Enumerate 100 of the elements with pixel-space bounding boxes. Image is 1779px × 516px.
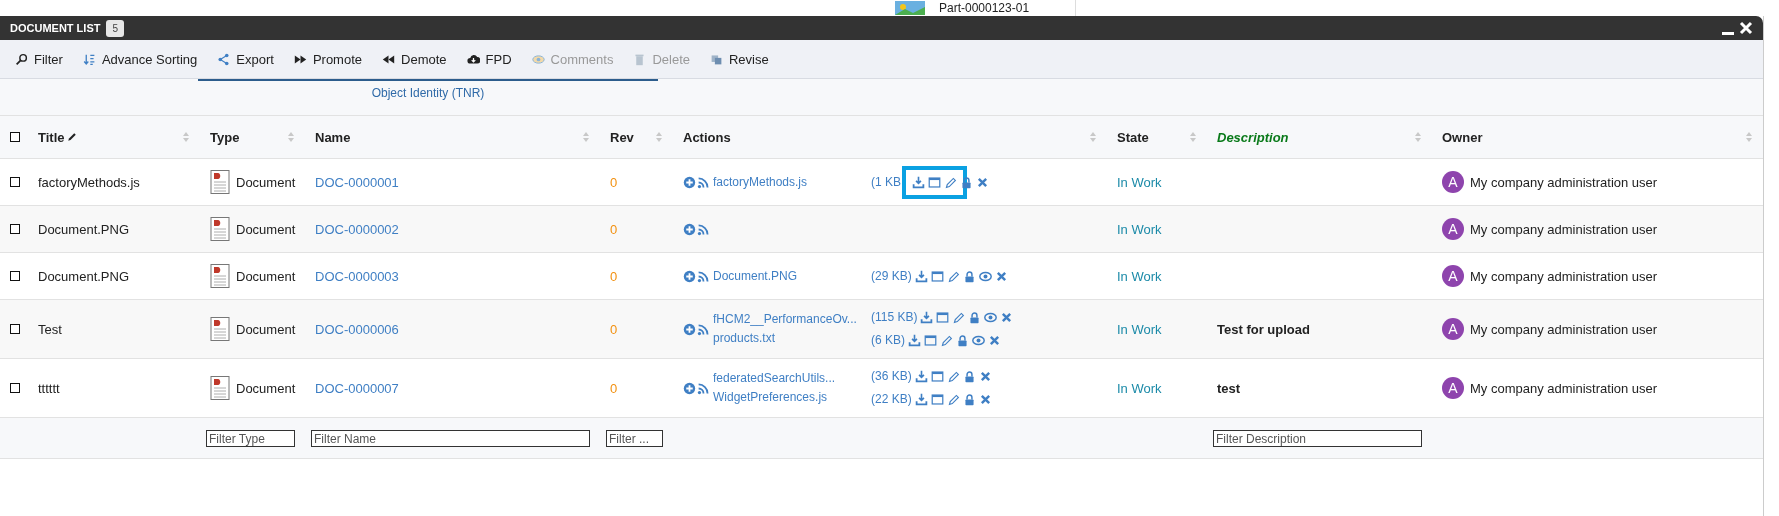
rss-icon[interactable] [697, 222, 710, 236]
toolbar-button[interactable]: Filter [6, 47, 72, 71]
filter-field[interactable]: Filter Description [1213, 430, 1422, 448]
title-cell: tttttt [38, 380, 60, 396]
row-checkbox[interactable] [10, 271, 20, 281]
row-checkbox[interactable] [10, 224, 20, 234]
eye-icon[interactable] [978, 269, 992, 283]
lock-icon[interactable] [962, 269, 976, 283]
rss-icon[interactable] [697, 381, 710, 395]
column-header[interactable]: Rev [610, 129, 634, 145]
pencil-icon[interactable] [944, 175, 957, 189]
document-name-link[interactable]: DOC-0000002 [315, 221, 399, 237]
rss-icon[interactable] [697, 322, 710, 336]
delete-icon[interactable] [988, 334, 1001, 347]
file-size: (1 KB [871, 173, 901, 191]
pencil-icon[interactable] [940, 334, 953, 347]
window-icon[interactable] [930, 370, 944, 383]
add-icon[interactable] [683, 222, 696, 236]
add-icon[interactable] [683, 322, 696, 336]
file-link[interactable]: factoryMethods.js [713, 172, 871, 192]
download-icon[interactable] [914, 370, 928, 383]
toolbar-button[interactable]: FPD [457, 47, 521, 71]
column-group-header: Object Identity (TNR) [198, 79, 658, 108]
delete-icon[interactable] [978, 370, 992, 383]
row-checkbox[interactable] [10, 383, 20, 393]
delete-icon[interactable] [976, 175, 989, 189]
toolbar-button[interactable]: Revise [701, 47, 778, 71]
column-header[interactable]: Owner [1442, 129, 1483, 145]
rss-icon[interactable] [697, 175, 710, 189]
lock-icon[interactable] [960, 175, 973, 189]
toolbar-button[interactable]: Demote [373, 47, 456, 71]
column-header[interactable]: Title [38, 129, 65, 145]
download-icon[interactable] [914, 393, 928, 406]
revision-cell: 0 [610, 321, 618, 337]
filter-field[interactable]: Filter Type [206, 430, 295, 448]
share-icon [217, 52, 231, 66]
description-cell: test [1217, 380, 1241, 396]
window-title: DOCUMENT LIST [10, 22, 101, 34]
column-header[interactable]: Name [315, 129, 351, 145]
filter-field[interactable]: Filter ... [606, 430, 663, 448]
revision-cell: 0 [610, 268, 618, 284]
file-link[interactable]: federatedSearchUtils... [713, 369, 871, 388]
toolbar-button[interactable]: Export [208, 47, 283, 71]
owner-cell: My company administration user [1470, 174, 1658, 190]
toolbar-button[interactable]: Advance Sorting [73, 47, 207, 71]
pencil-icon[interactable] [952, 311, 966, 324]
lock-icon[interactable] [956, 334, 969, 347]
document-file-icon [210, 264, 230, 288]
owner-avatar: A [1442, 171, 1464, 193]
rss-icon[interactable] [697, 269, 710, 283]
document-name-link[interactable]: DOC-0000006 [315, 321, 399, 337]
eye-icon[interactable] [972, 334, 985, 347]
pencil-icon[interactable] [946, 393, 960, 406]
file-link[interactable]: products.txt [713, 329, 871, 348]
lock-icon[interactable] [968, 311, 982, 324]
row-checkbox[interactable] [10, 324, 20, 334]
download-icon[interactable] [914, 269, 928, 283]
column-header[interactable]: Type [210, 129, 240, 145]
download-icon[interactable] [920, 311, 934, 324]
add-icon[interactable] [683, 381, 696, 395]
document-name-link[interactable]: DOC-0000001 [315, 174, 399, 190]
select-all-checkbox[interactable] [10, 132, 20, 142]
delete-icon[interactable] [978, 393, 992, 406]
pencil-icon[interactable] [946, 269, 960, 283]
row-checkbox[interactable] [10, 177, 20, 187]
add-icon[interactable] [683, 269, 696, 283]
document-file-icon [210, 217, 230, 241]
document-name-link[interactable]: DOC-0000007 [315, 380, 399, 396]
add-icon[interactable] [683, 175, 696, 189]
file-link[interactable]: fHCM2__PerformanceOv... [713, 310, 871, 329]
eye-icon [531, 52, 545, 66]
title-cell: Document.PNG [38, 221, 130, 237]
download-icon[interactable] [908, 334, 921, 347]
lock-icon[interactable] [962, 370, 976, 383]
window-icon[interactable] [936, 311, 950, 324]
filter-field[interactable]: Filter Name [311, 430, 590, 448]
delete-icon[interactable] [994, 269, 1008, 283]
close-icon[interactable] [1739, 21, 1753, 35]
window-icon[interactable] [930, 393, 944, 406]
file-link[interactable]: WidgetPreferences.js [713, 388, 871, 407]
file-size: (29 KB) [871, 267, 912, 285]
lock-icon[interactable] [962, 393, 976, 406]
state-cell: In Work [1117, 321, 1162, 337]
document-name-link[interactable]: DOC-0000003 [315, 268, 399, 284]
download-icon[interactable] [912, 175, 925, 189]
pencil-icon[interactable] [946, 370, 960, 383]
window-icon[interactable] [930, 269, 944, 283]
column-header[interactable]: Description [1217, 129, 1289, 145]
revise-icon [710, 52, 723, 66]
column-header[interactable]: State [1117, 129, 1149, 145]
delete-icon[interactable] [1000, 311, 1014, 324]
window-icon[interactable] [928, 175, 941, 189]
state-cell: In Work [1117, 221, 1162, 237]
file-link[interactable]: Document.PNG [713, 266, 871, 286]
file-size: (36 KB) [871, 368, 912, 385]
column-header[interactable]: Actions [683, 129, 731, 145]
toolbar-button[interactable]: Promote [284, 47, 371, 71]
document-file-icon [210, 317, 230, 341]
eye-icon[interactable] [984, 311, 998, 324]
window-icon[interactable] [924, 334, 937, 347]
